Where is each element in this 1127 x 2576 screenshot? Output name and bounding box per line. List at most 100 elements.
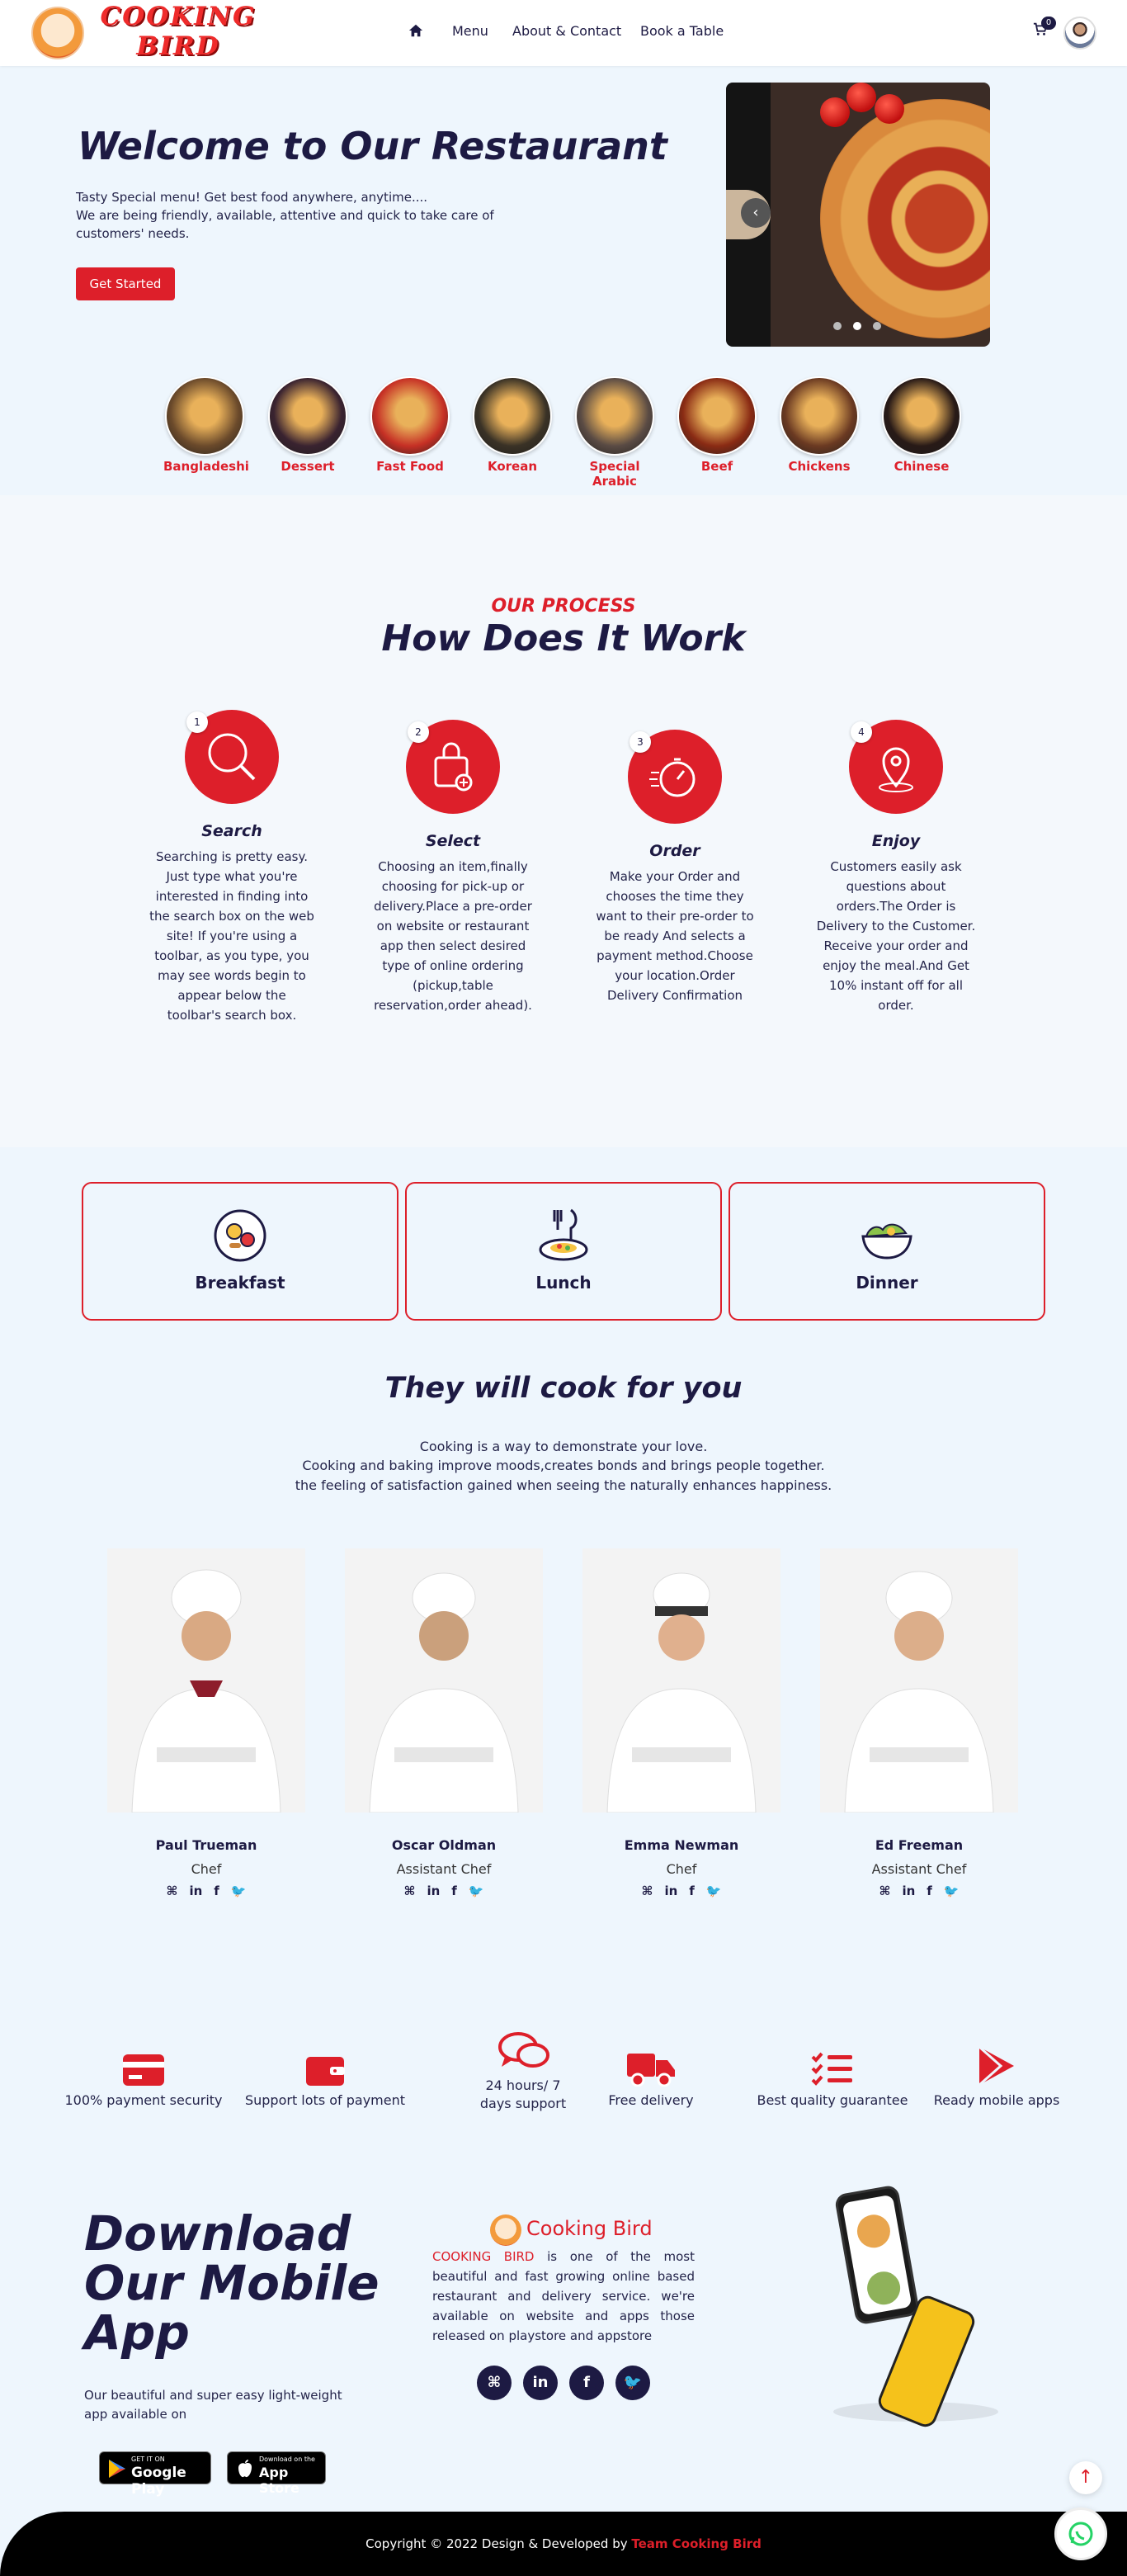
play-store-icon	[978, 2045, 1014, 2087]
linkedin-icon[interactable]: in	[523, 2366, 558, 2400]
github-icon[interactable]: ⌘	[642, 1884, 653, 1898]
team-link[interactable]: Team Cooking Bird	[631, 2536, 761, 2551]
download-title-line3: App	[84, 2304, 190, 2361]
chat-icon	[498, 2032, 549, 2068]
download-title-line1: Download	[84, 2205, 351, 2262]
facebook-icon[interactable]: f	[689, 1884, 695, 1898]
slider-dot-active[interactable]	[853, 322, 861, 330]
category-beef[interactable]: Beef	[676, 376, 758, 474]
twitter-icon[interactable]: 🐦	[944, 1884, 960, 1898]
github-icon[interactable]: ⌘	[404, 1884, 416, 1898]
linkedin-icon[interactable]: in	[427, 1884, 440, 1898]
step-title: Select	[425, 832, 481, 850]
feature-label: Free delivery	[608, 2092, 694, 2108]
phone-mockup-image	[833, 2184, 921, 2326]
get-started-button[interactable]: Get Started	[76, 267, 175, 300]
linkedin-icon[interactable]: in	[902, 1884, 915, 1898]
google-play-label: Google Play	[131, 2465, 186, 2498]
nav-menu[interactable]: Menu	[452, 23, 488, 39]
twitter-icon[interactable]: 🐦	[615, 2366, 650, 2400]
google-play-button[interactable]: GET IT ON Google Play	[99, 2451, 211, 2498]
step-search: 1 Search Searching is pretty easy. Just …	[149, 710, 314, 1025]
whatsapp-button[interactable]	[1054, 2507, 1107, 2560]
app-store-label: App Store	[259, 2465, 299, 2496]
pizza-image	[820, 99, 990, 338]
google-play-icon	[109, 2460, 125, 2478]
meal-card-lunch[interactable]: Lunch	[405, 1182, 722, 1321]
category-dessert[interactable]: Dessert	[266, 376, 349, 474]
slider-dot[interactable]	[833, 322, 842, 330]
facebook-icon[interactable]: f	[214, 1884, 219, 1898]
checklist-icon	[811, 2052, 852, 2086]
download-title-line2: Our Mobile	[84, 2255, 380, 2311]
google-play-small-text: GET IT ON	[131, 2455, 165, 2463]
step-number: 2	[408, 721, 429, 743]
whatsapp-icon	[1068, 2522, 1093, 2546]
meal-label: Breakfast	[195, 1273, 285, 1293]
meal-label: Lunch	[535, 1273, 592, 1293]
credit-card-icon	[123, 2054, 164, 2086]
chef-name: Ed Freeman	[875, 1837, 964, 1853]
slider-prev-button[interactable]: ‹	[741, 198, 771, 228]
home-icon[interactable]	[408, 23, 423, 38]
chef-photo	[107, 1548, 305, 1813]
category-image	[677, 376, 757, 456]
tomato-image	[820, 97, 850, 127]
linkedin-icon[interactable]: in	[664, 1884, 677, 1898]
facebook-icon[interactable]: f	[569, 2366, 604, 2400]
slider-dot[interactable]	[873, 322, 881, 330]
category-chinese[interactable]: Chinese	[880, 376, 963, 474]
step-enjoy: 4 Enjoy Customers easily ask questions a…	[813, 720, 978, 1015]
facebook-icon[interactable]: f	[927, 1884, 932, 1898]
linkedin-icon[interactable]: in	[189, 1884, 202, 1898]
meal-card-dinner[interactable]: Dinner	[729, 1182, 1045, 1321]
breakfast-plate-icon	[214, 1209, 266, 1262]
chef-name: Paul Trueman	[155, 1837, 257, 1853]
scroll-to-top-button[interactable]: ↑	[1069, 2461, 1102, 2494]
nav-about-contact[interactable]: About & Contact	[512, 23, 621, 39]
chef-photo	[582, 1548, 780, 1813]
feature-quality-guarantee: Best quality guarantee	[742, 2045, 923, 2110]
hero-title: Welcome to Our Restaurant	[78, 124, 667, 168]
map-pin-icon: 4	[849, 720, 943, 814]
hero-slider-image	[771, 83, 990, 347]
chefs-title: They will cook for you	[384, 1372, 743, 1405]
category-image	[575, 376, 654, 456]
shopping-bag-icon: 2	[406, 720, 500, 814]
chef-card: Oscar Oldman Assistant Chef ⌘ in f 🐦	[320, 1548, 568, 1898]
category-fast-food[interactable]: Fast Food	[369, 376, 451, 474]
facebook-icon[interactable]: f	[451, 1884, 457, 1898]
twitter-icon[interactable]: 🐦	[469, 1884, 484, 1898]
category-label: Chickens	[788, 459, 851, 474]
nav-book-table[interactable]: Book a Table	[640, 23, 724, 39]
logo-icon[interactable]	[31, 7, 84, 59]
hero-text-line3: customers' needs.	[76, 226, 190, 241]
category-label: Fast Food	[376, 459, 444, 474]
github-icon[interactable]: ⌘	[167, 1884, 178, 1898]
category-bangladeshi[interactable]: Bangladeshi	[163, 376, 249, 474]
meal-card-breakfast[interactable]: Breakfast	[82, 1182, 398, 1321]
tomato-image	[875, 94, 904, 124]
app-store-button[interactable]: Download on the App Store	[227, 2451, 326, 2496]
category-korean[interactable]: Korean	[471, 376, 554, 474]
chef-card: Emma Newman Chef ⌘ in f 🐦	[558, 1548, 805, 1898]
step-title: Enjoy	[871, 832, 921, 850]
user-avatar[interactable]	[1063, 17, 1096, 50]
category-label: Beef	[700, 459, 733, 474]
chef-role: Chef	[191, 1861, 222, 1877]
twitter-icon[interactable]: 🐦	[231, 1884, 247, 1898]
twitter-icon[interactable]: 🐦	[706, 1884, 722, 1898]
chef-photo	[345, 1548, 543, 1813]
category-special-arabic[interactable]: Special Arabic	[573, 376, 656, 489]
github-icon[interactable]: ⌘	[477, 2366, 512, 2400]
category-label: Korean	[487, 459, 538, 474]
category-image	[780, 376, 859, 456]
github-icon[interactable]: ⌘	[879, 1884, 891, 1898]
logo-text[interactable]: COOKING BIRD	[96, 2, 261, 61]
apple-icon	[238, 2460, 252, 2478]
copyright-label: Copyright © 2022 Design & Developed by	[365, 2536, 632, 2551]
category-chickens[interactable]: Chickens	[778, 376, 861, 474]
chef-photo	[820, 1548, 1018, 1813]
brand-description: COOKING BIRD is one of the most beautifu…	[432, 2247, 695, 2346]
chef-name: Emma Newman	[624, 1837, 739, 1853]
